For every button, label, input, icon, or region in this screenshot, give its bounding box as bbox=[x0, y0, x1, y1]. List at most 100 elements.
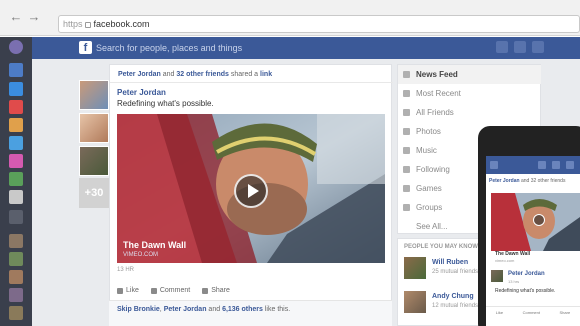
friend-avatar-4[interactable] bbox=[9, 288, 23, 302]
person-name[interactable]: Will Ruben bbox=[432, 259, 468, 266]
friend-thumbnail-man[interactable] bbox=[79, 146, 109, 176]
nav-label: Games bbox=[416, 184, 442, 193]
nav-item-news-feed[interactable]: News Feed bbox=[398, 65, 541, 84]
friend-thumbnail-woman[interactable] bbox=[79, 113, 109, 143]
nav-label: Music bbox=[416, 146, 437, 155]
app-game-icon[interactable] bbox=[9, 172, 23, 186]
story-header-friends[interactable]: 32 other friends bbox=[176, 71, 229, 78]
search-app-icon[interactable] bbox=[9, 136, 23, 150]
video-play-button[interactable] bbox=[234, 174, 268, 208]
nav-label: See All... bbox=[416, 222, 448, 231]
chevron-down-icon[interactable] bbox=[9, 210, 23, 224]
profile-avatar-icon[interactable] bbox=[9, 40, 23, 54]
phone-like-button[interactable]: Like bbox=[496, 307, 503, 318]
story-header-name[interactable]: Peter Jordan bbox=[118, 71, 161, 78]
header-notification-icons bbox=[496, 41, 544, 53]
like-button[interactable]: Like bbox=[117, 287, 139, 294]
person-photo[interactable] bbox=[404, 291, 426, 313]
friend-avatar-1[interactable] bbox=[9, 234, 23, 248]
comment-button[interactable]: Comment bbox=[150, 287, 191, 294]
groups-icon bbox=[403, 204, 410, 211]
messages-icon[interactable] bbox=[552, 161, 560, 169]
url-host: facebook.com bbox=[93, 19, 150, 29]
share-button[interactable]: Share bbox=[202, 287, 230, 294]
nav-label: Groups bbox=[416, 203, 443, 212]
back-arrow-icon[interactable]: ← bbox=[8, 9, 24, 25]
facebook-header: f Search for people, places and things bbox=[0, 37, 580, 59]
friend-avatar-5[interactable] bbox=[9, 306, 23, 320]
facebook-logo-icon[interactable]: f bbox=[79, 41, 92, 54]
post-author[interactable]: Peter Jordan bbox=[117, 88, 166, 97]
nav-label: News Feed bbox=[416, 70, 458, 79]
nav-label: Most Recent bbox=[416, 89, 461, 98]
phone-header-bar bbox=[486, 156, 580, 174]
photos-app-icon[interactable] bbox=[9, 118, 23, 132]
friends-icon[interactable] bbox=[538, 161, 546, 169]
post-text: Redefining what's possible. bbox=[117, 99, 214, 108]
phone-header-name[interactable]: Peter Jordan bbox=[489, 178, 520, 184]
likers-others[interactable]: 6,136 others bbox=[222, 306, 263, 313]
nav-item-all-friends[interactable]: All Friends bbox=[398, 103, 541, 122]
like-label: Like bbox=[126, 287, 139, 294]
address-bar[interactable]: https facebook.com bbox=[58, 15, 580, 33]
app-flower-icon[interactable] bbox=[9, 154, 23, 168]
phone-share-button[interactable]: Share bbox=[560, 307, 571, 318]
screenshot-frame: ← → https facebook.com f Search for peopl… bbox=[0, 0, 580, 326]
nav-label: Photos bbox=[416, 127, 441, 136]
phone-comment-button[interactable]: Comment bbox=[523, 307, 540, 318]
friend-avatar-3[interactable] bbox=[9, 270, 23, 284]
pymk-title: PEOPLE YOU MAY KNOW bbox=[404, 244, 478, 250]
notifications-icon[interactable] bbox=[566, 161, 574, 169]
phone-author-avatar[interactable] bbox=[491, 270, 503, 282]
liker-1[interactable]: Skip Bronkie bbox=[117, 306, 160, 313]
menu-icon[interactable] bbox=[490, 161, 498, 169]
music-icon bbox=[403, 147, 410, 154]
news-feed-icon[interactable] bbox=[9, 63, 23, 77]
nav-label: Following bbox=[416, 165, 450, 174]
friends-icon bbox=[403, 109, 410, 116]
phone-play-button[interactable] bbox=[533, 214, 545, 226]
liker-2[interactable]: Peter Jordan bbox=[164, 306, 207, 313]
post-timestamp[interactable]: 13 HR bbox=[117, 267, 134, 273]
friend-thumbnail-couple[interactable] bbox=[79, 80, 109, 110]
phone-post-text: Redefining what's possible. bbox=[495, 288, 556, 294]
search-input[interactable]: Search for people, places and things bbox=[96, 41, 242, 55]
comment-icon bbox=[150, 287, 157, 294]
phone-post-timestamp: 13 hrs bbox=[508, 279, 520, 284]
friend-avatar-2[interactable] bbox=[9, 252, 23, 266]
video-source: VIMEO.COM bbox=[123, 252, 159, 258]
lock-icon bbox=[84, 21, 91, 28]
comment-label: Comment bbox=[159, 287, 191, 294]
nav-label: All Friends bbox=[416, 108, 454, 117]
thumbs-up-icon bbox=[117, 287, 123, 294]
messages-app-icon[interactable] bbox=[9, 82, 23, 96]
story-header-object[interactable]: link bbox=[260, 71, 272, 78]
phone-header-rest: and 32 other friends bbox=[519, 178, 566, 184]
phone-post-author[interactable]: Peter Jordan bbox=[508, 271, 545, 277]
messages-icon[interactable] bbox=[514, 41, 526, 53]
likes-sep-2: and bbox=[206, 306, 223, 313]
story-header-mid: and bbox=[160, 71, 177, 78]
likes-summary: Skip Bronkie, Peter Jordan and 6,136 oth… bbox=[109, 300, 392, 326]
person-mutual-friends: 25 mutual friends bbox=[432, 269, 479, 275]
share-label: Share bbox=[211, 287, 230, 294]
events-calendar-icon[interactable] bbox=[9, 100, 23, 114]
games-icon bbox=[403, 185, 410, 192]
nav-item-most-recent[interactable]: Most Recent bbox=[398, 84, 541, 103]
following-icon bbox=[403, 166, 410, 173]
photos-icon bbox=[403, 128, 410, 135]
phone-video-source: vimeo.com bbox=[495, 258, 515, 263]
forward-arrow-icon[interactable]: → bbox=[26, 9, 42, 25]
post-actions: Like Comment Share bbox=[117, 287, 230, 294]
notifications-icon[interactable] bbox=[532, 41, 544, 53]
person-photo[interactable] bbox=[404, 257, 426, 279]
video-title[interactable]: The Dawn Wall bbox=[123, 240, 186, 250]
phone-post-actions: Like Comment Share bbox=[486, 306, 580, 318]
phone-story-header: Peter Jordan and 32 other friends bbox=[489, 178, 565, 184]
app-notes-icon[interactable] bbox=[9, 190, 23, 204]
person-name[interactable]: Andy Chung bbox=[432, 293, 474, 300]
friend-requests-icon[interactable] bbox=[496, 41, 508, 53]
more-friends-count[interactable]: +30 bbox=[79, 178, 109, 208]
url-scheme: https bbox=[63, 19, 83, 29]
phone-video-title[interactable]: The Dawn Wall bbox=[495, 251, 530, 257]
